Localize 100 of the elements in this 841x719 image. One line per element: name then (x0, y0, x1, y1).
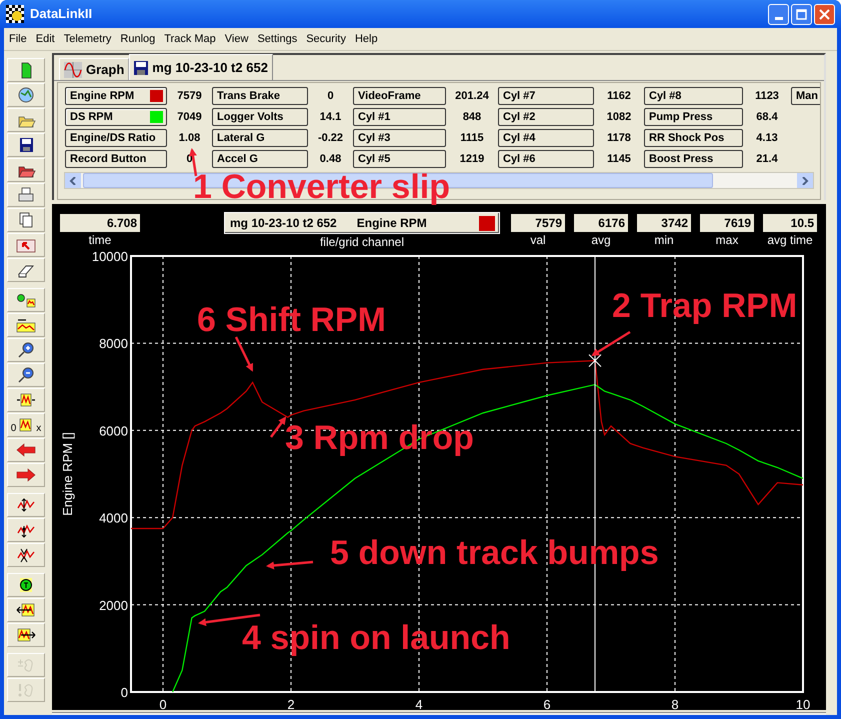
minimize-button[interactable] (768, 4, 789, 24)
channel-button[interactable]: Cyl #6 (498, 150, 594, 168)
channel-button[interactable]: VideoFrame (353, 87, 446, 105)
toolbar-button[interactable] (7, 363, 45, 387)
toolbar-button[interactable] (7, 543, 45, 567)
axis-tick-label: 8 (671, 697, 679, 710)
channel-button[interactable]: Logger Volts (212, 108, 308, 126)
stat-label: min (654, 232, 674, 248)
channel-button[interactable]: RR Shock Pos (644, 129, 743, 147)
channel-button[interactable]: Lateral G (212, 129, 308, 147)
channel-value: 21.4 (756, 152, 778, 167)
menu-item[interactable]: Telemetry (64, 31, 112, 47)
app-logo-icon (6, 5, 24, 23)
maximize-button[interactable] (791, 4, 812, 24)
annotation-arrow (270, 416, 286, 438)
stat-label: file/grid channel (320, 234, 404, 250)
stat-value: 7619 (700, 214, 754, 232)
channel-value: 0 (327, 88, 334, 104)
annotation-arrow (234, 336, 254, 372)
annotation-arrow (266, 560, 314, 570)
channel-button[interactable]: Cyl #2 (498, 108, 594, 126)
toolbar-button[interactable] (7, 598, 45, 622)
channel-button[interactable]: Cyl #4 (498, 129, 594, 147)
sine-wave-icon (64, 62, 82, 78)
axis-tick-label: 4 (415, 697, 423, 710)
toolbar-button[interactable] (7, 463, 45, 487)
axis-title: Engine RPM [] (60, 432, 75, 516)
menu-item[interactable]: Security (306, 31, 346, 47)
channel-button[interactable]: Cyl #8 (644, 87, 743, 105)
stat-value: 6176 (574, 214, 628, 232)
axis-tick-label: 8000 (99, 336, 128, 352)
stat-label: avg (591, 232, 611, 248)
channel-value: 201.24 (455, 88, 489, 104)
channel-value: 1115 (460, 130, 484, 146)
toolbar-button[interactable] (7, 208, 45, 232)
channel-button[interactable]: Engine RPM (65, 87, 167, 105)
toolbar-button[interactable] (7, 183, 45, 207)
menu-item[interactable]: Settings (257, 31, 298, 47)
channel-button[interactable]: Cyl #3 (353, 129, 446, 147)
tab[interactable]: Graph (59, 58, 130, 80)
move-left-icon (16, 601, 36, 619)
scroll-right-icon[interactable] (797, 173, 813, 188)
toolbar-button[interactable]: 0 x (7, 413, 45, 437)
minimize-icon (774, 16, 782, 20)
menu-item[interactable]: View (224, 31, 248, 47)
channel-button[interactable]: Accel G (212, 150, 308, 168)
menu-item[interactable]: Runlog (120, 31, 156, 47)
toolbar-button[interactable] (7, 133, 45, 157)
channel-value: 1082 (606, 110, 632, 125)
printer-icon (16, 186, 36, 204)
channel-button[interactable]: Cyl #5 (353, 150, 446, 168)
channel-button[interactable]: Cyl #1 (353, 108, 446, 126)
channel-button[interactable]: Boost Press (644, 150, 743, 168)
axis-tick-label: 0 (120, 685, 128, 700)
toolbar-button[interactable] (7, 438, 45, 462)
channel-value: 1.08 (178, 130, 200, 146)
stat-value: 7579 (511, 214, 565, 232)
channel-button[interactable]: Record Button (65, 150, 167, 168)
axis-tick-label: 2000 (99, 598, 128, 613)
toolbar-button[interactable] (7, 158, 45, 182)
scroll-left-icon[interactable] (65, 173, 81, 188)
stat-label: max (716, 232, 738, 248)
stat-label: val (530, 232, 546, 248)
axis-tick-label: 10 (796, 697, 810, 710)
menu-item[interactable]: File (9, 31, 27, 47)
channel-value: 0.48 (320, 152, 342, 167)
channel-value: 4.13 (756, 130, 778, 146)
toolbar-button[interactable] (7, 258, 45, 282)
expand-chart-icon (16, 391, 36, 409)
channel-button[interactable]: DS RPM (65, 108, 167, 126)
channel-button[interactable]: Engine/DS Ratio (65, 129, 167, 147)
overlay-chart-icon (16, 291, 36, 309)
toolbar-button[interactable] (7, 58, 45, 82)
toolbar-button[interactable] (7, 623, 45, 647)
zoom-out-icon (16, 366, 36, 384)
annotation-text: 4 spin on launch (242, 619, 510, 657)
maximize-icon (796, 8, 807, 20)
channel-value: 848 (462, 110, 482, 125)
channel-value: 1145 (607, 152, 631, 167)
tab[interactable]: mg 10-23-10 t2 652 (129, 54, 273, 80)
channel-button[interactable]: Man (791, 87, 820, 105)
toolbar-button[interactable] (7, 83, 45, 107)
channel-button[interactable]: Pump Press (644, 108, 743, 126)
menu-item[interactable]: Track Map (164, 31, 216, 47)
toolbar-button[interactable] (7, 573, 45, 597)
axis-tick-label: 0 (159, 697, 167, 710)
channel-selector[interactable]: mg 10-23-10 t2 652 Engine RPM (224, 212, 500, 234)
axis-tick-label: 10000 (92, 250, 128, 264)
toolbar-button[interactable] (7, 338, 45, 362)
channel-button[interactable]: Cyl #7 (498, 87, 594, 105)
toolbar-button[interactable] (7, 518, 45, 542)
globe-icon (16, 86, 36, 104)
toolbar-button[interactable] (7, 493, 45, 517)
channel-button[interactable]: Trans Brake (212, 87, 308, 105)
channel-value: 1162 (607, 88, 631, 104)
axis-tick-label: 4000 (99, 510, 128, 526)
menu-item[interactable]: Help (354, 31, 378, 47)
menu-item[interactable]: Edit (36, 31, 55, 47)
close-button[interactable] (814, 4, 835, 24)
stat-label: time (88, 232, 112, 248)
